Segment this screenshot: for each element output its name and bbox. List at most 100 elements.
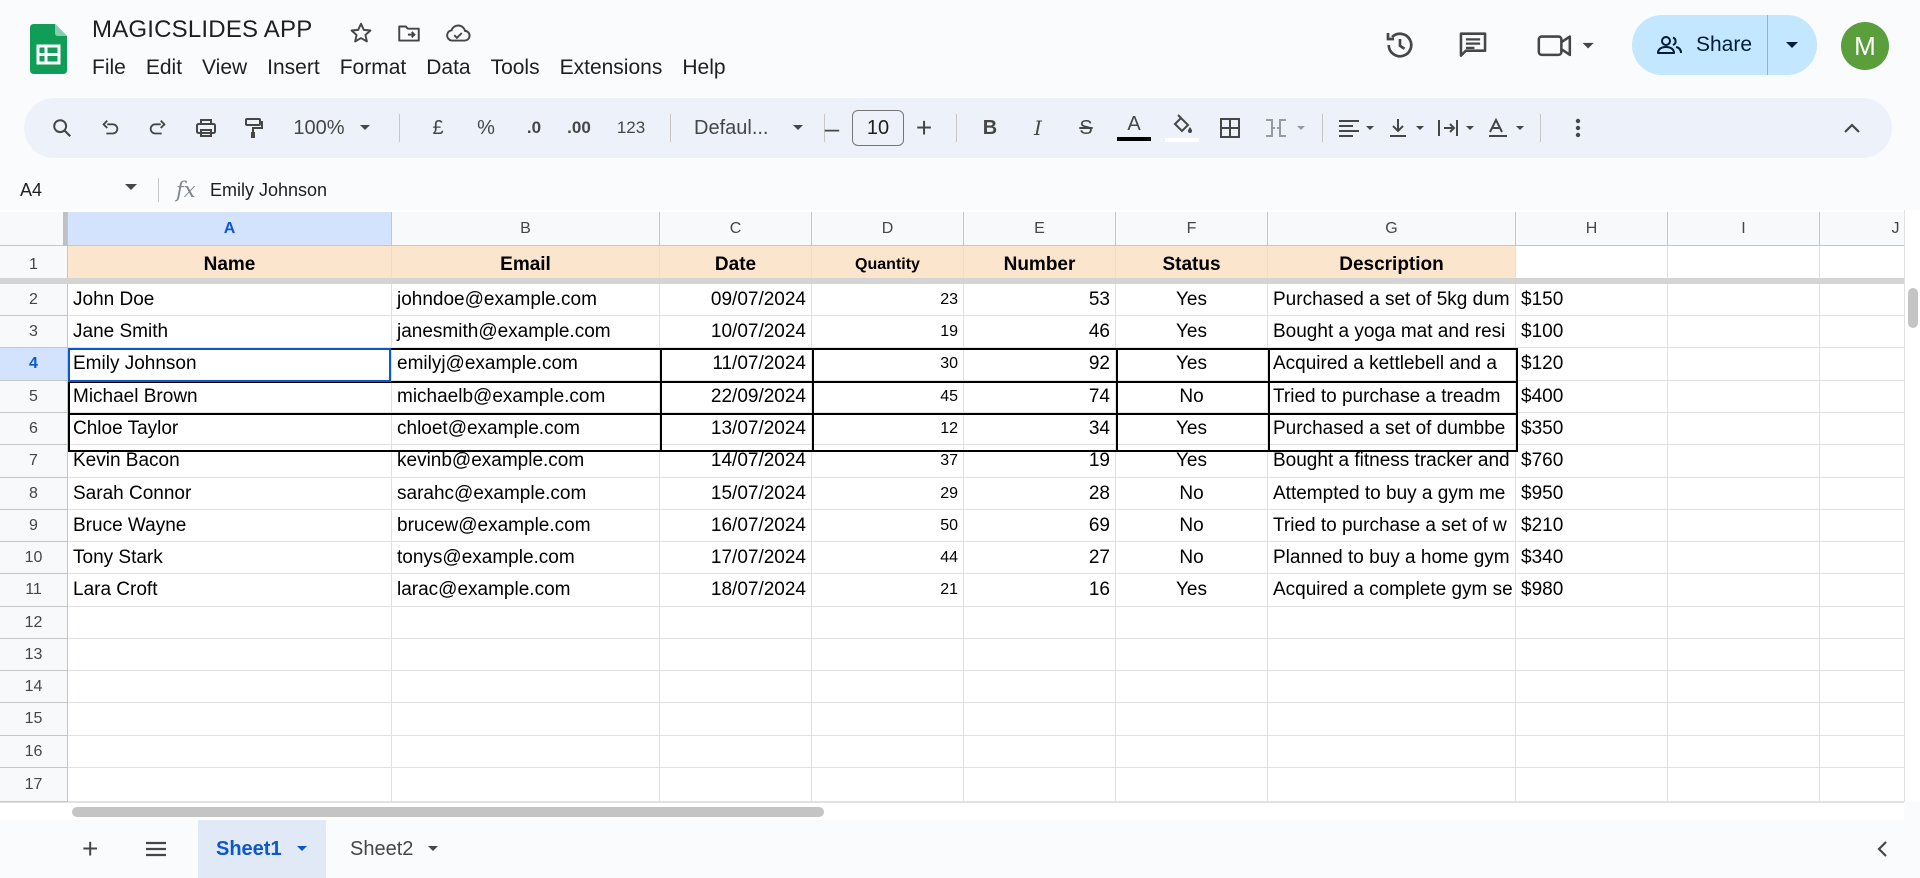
empty-cell[interactable] [1668, 413, 1820, 445]
empty-cell[interactable] [1668, 478, 1820, 510]
undo-icon[interactable] [90, 98, 130, 158]
empty-cell[interactable] [1116, 607, 1268, 639]
empty-cell[interactable] [68, 703, 392, 736]
menu-format[interactable]: Format [330, 54, 417, 82]
star-icon[interactable] [348, 20, 374, 46]
paint-format-icon[interactable] [234, 98, 274, 158]
empty-cell[interactable] [812, 607, 964, 639]
empty-cell[interactable] [392, 736, 660, 768]
data-cell[interactable]: 11/07/2024 [660, 348, 812, 381]
bold-button[interactable]: B [970, 98, 1010, 158]
data-cell[interactable]: Purchased a set of dumbbe [1268, 413, 1516, 445]
redo-icon[interactable] [138, 98, 178, 158]
empty-cell[interactable] [1820, 445, 1904, 478]
data-cell[interactable]: No [1116, 381, 1268, 413]
text-wrap-icon[interactable] [1434, 98, 1482, 158]
data-cell[interactable]: 16 [964, 574, 1116, 607]
empty-cell[interactable] [392, 639, 660, 671]
empty-cell[interactable] [1268, 703, 1516, 736]
data-cell[interactable]: 10/07/2024 [660, 316, 812, 348]
empty-cell[interactable] [1668, 671, 1820, 703]
data-cell[interactable]: 18/07/2024 [660, 574, 812, 607]
data-cell[interactable]: $340 [1516, 542, 1668, 574]
data-cell[interactable]: Tony Stark [68, 542, 392, 574]
data-cell[interactable]: 74 [964, 381, 1116, 413]
empty-cell[interactable] [1668, 381, 1820, 413]
empty-cell[interactable] [1820, 736, 1904, 768]
merge-cells-icon[interactable] [1258, 98, 1314, 158]
data-cell[interactable]: $350 [1516, 413, 1668, 445]
data-cell[interactable]: 53 [964, 284, 1116, 316]
fill-color-icon[interactable] [1162, 98, 1202, 158]
side-panel-chevron-left-icon[interactable] [1858, 820, 1906, 878]
empty-cell[interactable] [1268, 639, 1516, 671]
empty-cell[interactable] [1668, 639, 1820, 671]
data-cell[interactable]: $210 [1516, 510, 1668, 542]
borders-icon[interactable] [1210, 98, 1250, 158]
comments-icon[interactable] [1456, 28, 1490, 62]
column-header-i[interactable]: I [1668, 212, 1820, 246]
empty-cell[interactable] [1668, 316, 1820, 348]
empty-cell[interactable] [68, 768, 392, 802]
empty-cell[interactable] [1820, 768, 1904, 802]
share-button[interactable]: Share [1632, 15, 1817, 75]
menu-help[interactable]: Help [672, 54, 735, 82]
empty-cell[interactable] [1116, 671, 1268, 703]
data-cell[interactable]: No [1116, 478, 1268, 510]
empty-cell[interactable] [660, 736, 812, 768]
align-left-icon[interactable] [1334, 98, 1382, 158]
data-cell[interactable]: 21 [812, 574, 964, 607]
column-header-c[interactable]: C [660, 212, 812, 246]
data-cell[interactable]: 27 [964, 542, 1116, 574]
frozen-row-divider[interactable] [0, 278, 1904, 284]
data-cell[interactable]: 28 [964, 478, 1116, 510]
data-cell[interactable]: chloet@example.com [392, 413, 660, 445]
strikethrough-button[interactable]: S [1066, 98, 1106, 158]
data-cell[interactable]: 34 [964, 413, 1116, 445]
row-header-11[interactable]: 11 [0, 574, 68, 607]
empty-cell[interactable] [1820, 316, 1904, 348]
empty-cell[interactable] [1516, 671, 1668, 703]
data-cell[interactable]: Chloe Taylor [68, 413, 392, 445]
empty-cell[interactable] [1668, 607, 1820, 639]
text-color-button[interactable]: A [1114, 98, 1154, 158]
version-history-icon[interactable] [1382, 27, 1418, 63]
data-cell[interactable]: michaelb@example.com [392, 381, 660, 413]
data-cell[interactable]: $100 [1516, 316, 1668, 348]
row-header-14[interactable]: 14 [0, 671, 68, 703]
empty-cell[interactable] [1268, 736, 1516, 768]
empty-cell[interactable] [964, 736, 1116, 768]
data-cell[interactable]: 30 [812, 348, 964, 381]
data-cell[interactable]: $150 [1516, 284, 1668, 316]
empty-cell[interactable] [1668, 445, 1820, 478]
avatar[interactable]: M [1841, 22, 1889, 70]
data-cell[interactable]: 29 [812, 478, 964, 510]
empty-cell[interactable] [1516, 639, 1668, 671]
decrease-font-size-button[interactable]: – [812, 98, 852, 158]
data-cell[interactable]: 15/07/2024 [660, 478, 812, 510]
data-cell[interactable]: Attempted to buy a gym me [1268, 478, 1516, 510]
empty-cell[interactable] [1820, 478, 1904, 510]
data-cell[interactable]: Bought a yoga mat and resi [1268, 316, 1516, 348]
empty-cell[interactable] [1820, 703, 1904, 736]
data-cell[interactable]: 22/09/2024 [660, 381, 812, 413]
sheet-tab-sheet1[interactable]: Sheet1 [198, 820, 326, 878]
empty-cell[interactable] [812, 639, 964, 671]
empty-cell[interactable] [660, 703, 812, 736]
data-cell[interactable]: Bought a fitness tracker and [1268, 445, 1516, 478]
column-header-a[interactable]: A [68, 212, 392, 246]
empty-cell[interactable] [1516, 703, 1668, 736]
data-cell[interactable]: Jane Smith [68, 316, 392, 348]
data-cell[interactable]: 69 [964, 510, 1116, 542]
chevron-down-icon[interactable] [124, 182, 138, 192]
move-to-folder-icon[interactable] [396, 20, 422, 46]
empty-cell[interactable] [1820, 671, 1904, 703]
row-header-3[interactable]: 3 [0, 316, 68, 348]
empty-cell[interactable] [1668, 574, 1820, 607]
row-header-8[interactable]: 8 [0, 478, 68, 510]
data-cell[interactable]: 37 [812, 445, 964, 478]
empty-cell[interactable] [68, 671, 392, 703]
empty-cell[interactable] [812, 671, 964, 703]
more-icon[interactable] [1558, 98, 1598, 158]
column-header-f[interactable]: F [1116, 212, 1268, 246]
